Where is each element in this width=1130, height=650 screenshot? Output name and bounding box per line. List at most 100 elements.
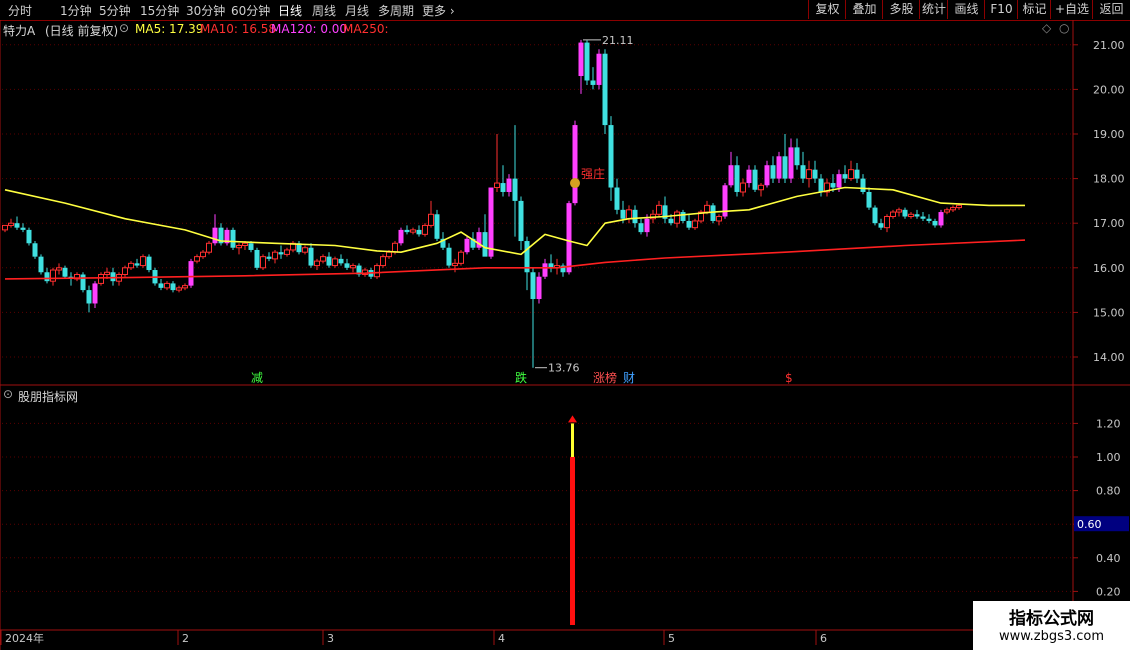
candle-body xyxy=(536,276,542,300)
candle-body xyxy=(644,218,650,233)
candle-body xyxy=(740,182,746,193)
candle-body xyxy=(668,218,674,224)
candle-body xyxy=(818,178,824,192)
candle-body xyxy=(278,252,284,255)
kline-chart[interactable]: 21.1113.76强庄减跌涨榜财 $ 21.0020.0019.0018.001… xyxy=(0,0,1130,650)
candle-body xyxy=(404,229,410,233)
candle-body xyxy=(86,290,92,304)
candle-body xyxy=(866,191,872,208)
low-label: 13.76 xyxy=(548,362,580,375)
watermark-url: www.zbgs3.com xyxy=(998,629,1105,644)
candle-body xyxy=(416,229,422,235)
candle-body xyxy=(482,232,488,257)
indicator-tick-label: 0.80 xyxy=(1096,485,1121,498)
candle-body xyxy=(314,260,320,267)
candle-body xyxy=(176,287,182,291)
candle-body xyxy=(434,214,440,239)
candle-body xyxy=(860,178,866,192)
candle-body xyxy=(638,223,644,233)
candle-body xyxy=(602,53,608,126)
candle-body xyxy=(44,272,50,282)
candle-body xyxy=(746,169,752,184)
candle-body xyxy=(674,211,680,224)
candle-body xyxy=(374,265,380,278)
signal-bar xyxy=(570,457,575,625)
candle-body xyxy=(884,216,890,229)
event-tag: 涨榜 xyxy=(593,370,617,385)
time-tick-label: 3 xyxy=(327,632,334,645)
candle-body xyxy=(56,267,62,271)
candle-body xyxy=(680,212,686,221)
candle-body xyxy=(98,273,104,284)
event-tag: 跌 xyxy=(515,370,527,385)
candle-body xyxy=(230,229,236,248)
candle-body xyxy=(446,247,452,266)
candle-body xyxy=(80,274,86,291)
money-bag-icon xyxy=(570,178,580,189)
strong-label: 强庄 xyxy=(581,166,605,181)
candle-body xyxy=(578,42,584,77)
candle-body xyxy=(212,227,218,244)
price-axis: 21.00 20.00 19.00 18.00 17.00 16.00 15.00 14.00 xyxy=(1073,39,1125,364)
candle-body xyxy=(122,267,128,275)
candle-body xyxy=(494,182,500,189)
candle-body xyxy=(422,224,428,235)
price-tick-label: 14.00 xyxy=(1093,351,1125,364)
candle-body xyxy=(380,256,386,267)
time-tick-label: 2 xyxy=(182,632,189,645)
candle-body xyxy=(38,256,44,273)
candle-body xyxy=(26,229,32,244)
time-tick-label: 5 xyxy=(668,632,675,645)
candle-body xyxy=(734,165,740,192)
candle-body xyxy=(92,283,98,304)
price-tick-label: 18.00 xyxy=(1093,173,1125,186)
candle-body xyxy=(704,204,710,213)
candle-body xyxy=(944,209,950,213)
candle-body xyxy=(266,256,272,259)
ma-long-line xyxy=(4,239,1026,280)
candle-body xyxy=(584,42,590,81)
candle-body xyxy=(632,209,638,224)
candle-body xyxy=(194,256,200,262)
candle-body xyxy=(398,229,404,244)
arrow-up-icon xyxy=(568,415,577,423)
candle-body xyxy=(140,256,146,267)
candle-body xyxy=(590,80,596,85)
candle-body xyxy=(242,242,248,247)
candle-body xyxy=(410,229,416,233)
price-tick-label: 20.00 xyxy=(1093,83,1125,96)
candle-body xyxy=(794,147,800,166)
watermark-title: 指标公式网 xyxy=(1009,609,1094,629)
candle-body xyxy=(14,223,20,228)
candle-body xyxy=(236,245,242,249)
candle-body xyxy=(950,207,956,211)
indicator-tick-label: 1.00 xyxy=(1096,451,1121,464)
candle-body xyxy=(854,169,860,179)
candle-body xyxy=(302,247,308,253)
candle-body xyxy=(110,272,116,282)
candle-body xyxy=(926,218,932,221)
candle-body xyxy=(332,258,338,267)
candle-body xyxy=(566,203,572,273)
candle-body xyxy=(890,211,896,218)
candle-body xyxy=(620,209,626,219)
price-tick-label: 16.00 xyxy=(1093,262,1125,275)
current-value-label: 0.60 xyxy=(1077,518,1102,531)
candle-body xyxy=(134,263,140,266)
candle-body xyxy=(326,256,332,266)
candle-body xyxy=(2,224,8,231)
candle-body xyxy=(182,285,188,289)
candle-body xyxy=(686,220,692,228)
indicator-axis: 1.201.000.800.600.400.200.60 xyxy=(1073,417,1129,598)
candle-body xyxy=(656,204,662,215)
candle-body xyxy=(428,213,434,226)
candle-body xyxy=(104,271,110,275)
chart-frame xyxy=(0,20,1130,650)
candle-body xyxy=(128,262,134,269)
candle-body xyxy=(20,227,26,230)
time-tick-label: 4 xyxy=(498,632,505,645)
candle-body xyxy=(320,256,326,262)
candle-body xyxy=(626,209,632,220)
candle-body xyxy=(932,220,938,226)
candle-body xyxy=(254,249,260,268)
